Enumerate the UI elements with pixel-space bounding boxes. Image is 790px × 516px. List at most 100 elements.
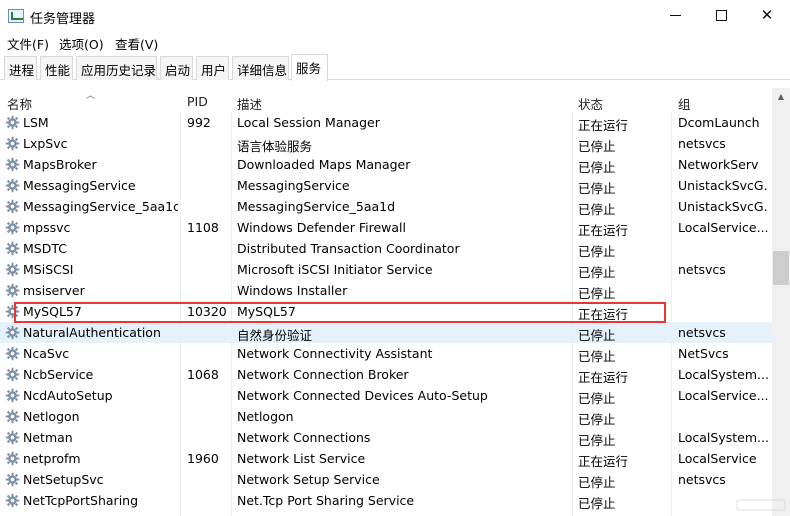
service-gear-icon — [5, 430, 20, 445]
tab-services[interactable]: 服务 — [291, 54, 328, 81]
close-button[interactable]: ✕ — [744, 0, 790, 30]
service-status: 已停止 — [578, 349, 616, 364]
service-name: LSM — [23, 115, 49, 130]
service-pid: 1068 — [187, 367, 219, 382]
service-name: MSDTC — [23, 241, 67, 256]
menu-options[interactable]: 选项(O) — [59, 34, 104, 53]
service-status: 已停止 — [578, 244, 616, 259]
service-group: NetSvcs — [678, 346, 729, 361]
service-status: 已停止 — [578, 181, 616, 196]
service-name: Netman — [23, 430, 73, 445]
service-status: 已停止 — [578, 265, 616, 280]
service-description: 自然身份验证 — [237, 328, 313, 343]
service-description: MessagingService_5aa1d — [237, 199, 396, 214]
service-status: 已停止 — [578, 202, 616, 217]
service-group: LocalSystem... — [678, 367, 768, 382]
service-group: UnistackSvcG... — [678, 199, 768, 214]
table-row[interactable]: NetSetupSvc Network Setup Service 已停止 ne… — [0, 469, 772, 490]
minimize-button[interactable] — [652, 0, 698, 30]
table-row[interactable]: NaturalAuthentication 自然身份验证 已停止 netsvcs — [0, 322, 772, 343]
service-name: NetSetupSvc — [23, 472, 104, 487]
table-row[interactable]: MySQL57 10320 MySQL57 正在运行 — [0, 301, 772, 322]
service-gear-icon — [5, 283, 20, 298]
service-status: 已停止 — [578, 328, 616, 343]
tab-processes[interactable]: 进程 — [4, 56, 37, 80]
watermark-logo — [736, 499, 786, 511]
service-gear-icon — [5, 325, 20, 340]
column-header-status[interactable]: 状态 — [578, 94, 603, 113]
service-name: msiserver — [23, 283, 85, 298]
vertical-scrollbar[interactable]: ▲ — [772, 88, 790, 516]
table-row[interactable]: MessagingService MessagingService 已停止 Un… — [0, 175, 772, 196]
scroll-thumb[interactable] — [773, 251, 789, 285]
table-row[interactable]: MSiSCSI Microsoft iSCSI Initiator Servic… — [0, 259, 772, 280]
column-header-description[interactable]: 描述 — [237, 94, 262, 113]
service-gear-icon — [5, 367, 20, 382]
service-gear-icon — [5, 451, 20, 466]
service-description: MySQL57 — [237, 304, 296, 319]
service-name: MessagingService_5aa1d — [23, 199, 178, 214]
table-row[interactable]: NetTcpPortSharing Net.Tcp Port Sharing S… — [0, 490, 772, 511]
column-header-name[interactable]: 名称 — [7, 94, 32, 113]
service-status: 已停止 — [578, 139, 616, 154]
table-row[interactable]: mpssvc 1108 Windows Defender Firewall 正在… — [0, 217, 772, 238]
tab-startup[interactable]: 启动 — [160, 56, 193, 80]
service-group: LocalService — [678, 451, 757, 466]
service-name: netprofm — [23, 451, 81, 466]
table-row[interactable]: LSM 992 Local Session Manager 正在运行 DcomL… — [0, 112, 772, 133]
service-pid: 1108 — [187, 220, 219, 235]
service-gear-icon — [5, 157, 20, 172]
column-header-pid[interactable]: PID — [187, 94, 208, 109]
table-row[interactable]: NcaSvc Network Connectivity Assistant 已停… — [0, 343, 772, 364]
service-status: 正在运行 — [578, 307, 629, 322]
table-row[interactable]: Netman Network Connections 已停止 LocalSyst… — [0, 427, 772, 448]
service-description: Windows Defender Firewall — [237, 220, 406, 235]
menu-view[interactable]: 查看(V) — [115, 34, 158, 53]
table-row[interactable]: netprofm 1960 Network List Service 正在运行 … — [0, 448, 772, 469]
service-name: MySQL57 — [23, 304, 82, 319]
tab-users[interactable]: 用户 — [196, 56, 229, 80]
service-group: DcomLaunch — [678, 115, 760, 130]
tab-details[interactable]: 详细信息 — [232, 56, 289, 80]
service-gear-icon — [5, 136, 20, 151]
service-description: Downloaded Maps Manager — [237, 157, 411, 172]
service-group: netsvcs — [678, 472, 726, 487]
maximize-button[interactable] — [698, 0, 744, 30]
service-gear-icon — [5, 115, 20, 130]
service-pid: 992 — [187, 115, 211, 130]
service-description: MessagingService — [237, 178, 350, 193]
table-row[interactable]: MSDTC Distributed Transaction Coordinato… — [0, 238, 772, 259]
service-group: netsvcs — [678, 136, 726, 151]
service-description: Network Connection Broker — [237, 367, 409, 382]
window-title: 任务管理器 — [30, 12, 96, 27]
service-gear-icon — [5, 220, 20, 235]
service-group: LocalService... — [678, 220, 768, 235]
menu-file[interactable]: 文件(F) — [7, 34, 49, 53]
table-row[interactable]: Netlogon Netlogon 已停止 — [0, 406, 772, 427]
table-row[interactable]: LxpSvc 语言体验服务 已停止 netsvcs — [0, 133, 772, 154]
table-row[interactable]: MapsBroker Downloaded Maps Manager 已停止 N… — [0, 154, 772, 175]
sort-ascending-icon: ︿ — [86, 91, 96, 101]
table-row[interactable]: msiserver Windows Installer 已停止 — [0, 280, 772, 301]
service-status: 已停止 — [578, 286, 616, 301]
service-name: MapsBroker — [23, 157, 97, 172]
service-description: Network Connections — [237, 430, 371, 445]
task-manager-icon — [8, 9, 24, 23]
table-row[interactable]: NcbService 1068 Network Connection Broke… — [0, 364, 772, 385]
menu-bar: 文件(F) 选项(O) 查看(V) — [0, 32, 790, 52]
table-row[interactable]: MessagingService_5aa1d MessagingService_… — [0, 196, 772, 217]
close-icon: ✕ — [760, 6, 774, 24]
service-name: Netlogon — [23, 409, 80, 424]
scroll-up-arrow-icon[interactable]: ▲ — [772, 88, 790, 106]
service-status: 正在运行 — [578, 454, 629, 469]
column-header-group[interactable]: 组 — [678, 94, 691, 113]
service-description: Network Connectivity Assistant — [237, 346, 433, 361]
tab-app-history[interactable]: 应用历史记录 — [76, 56, 157, 80]
title-bar: 任务管理器 ✕ — [0, 0, 790, 32]
service-gear-icon — [5, 346, 20, 361]
service-name: mpssvc — [23, 220, 71, 235]
service-name: NetTcpPortSharing — [23, 493, 139, 508]
table-row[interactable]: NcdAutoSetup Network Connected Devices A… — [0, 385, 772, 406]
tab-performance[interactable]: 性能 — [40, 56, 73, 80]
service-status: 正在运行 — [578, 118, 629, 133]
